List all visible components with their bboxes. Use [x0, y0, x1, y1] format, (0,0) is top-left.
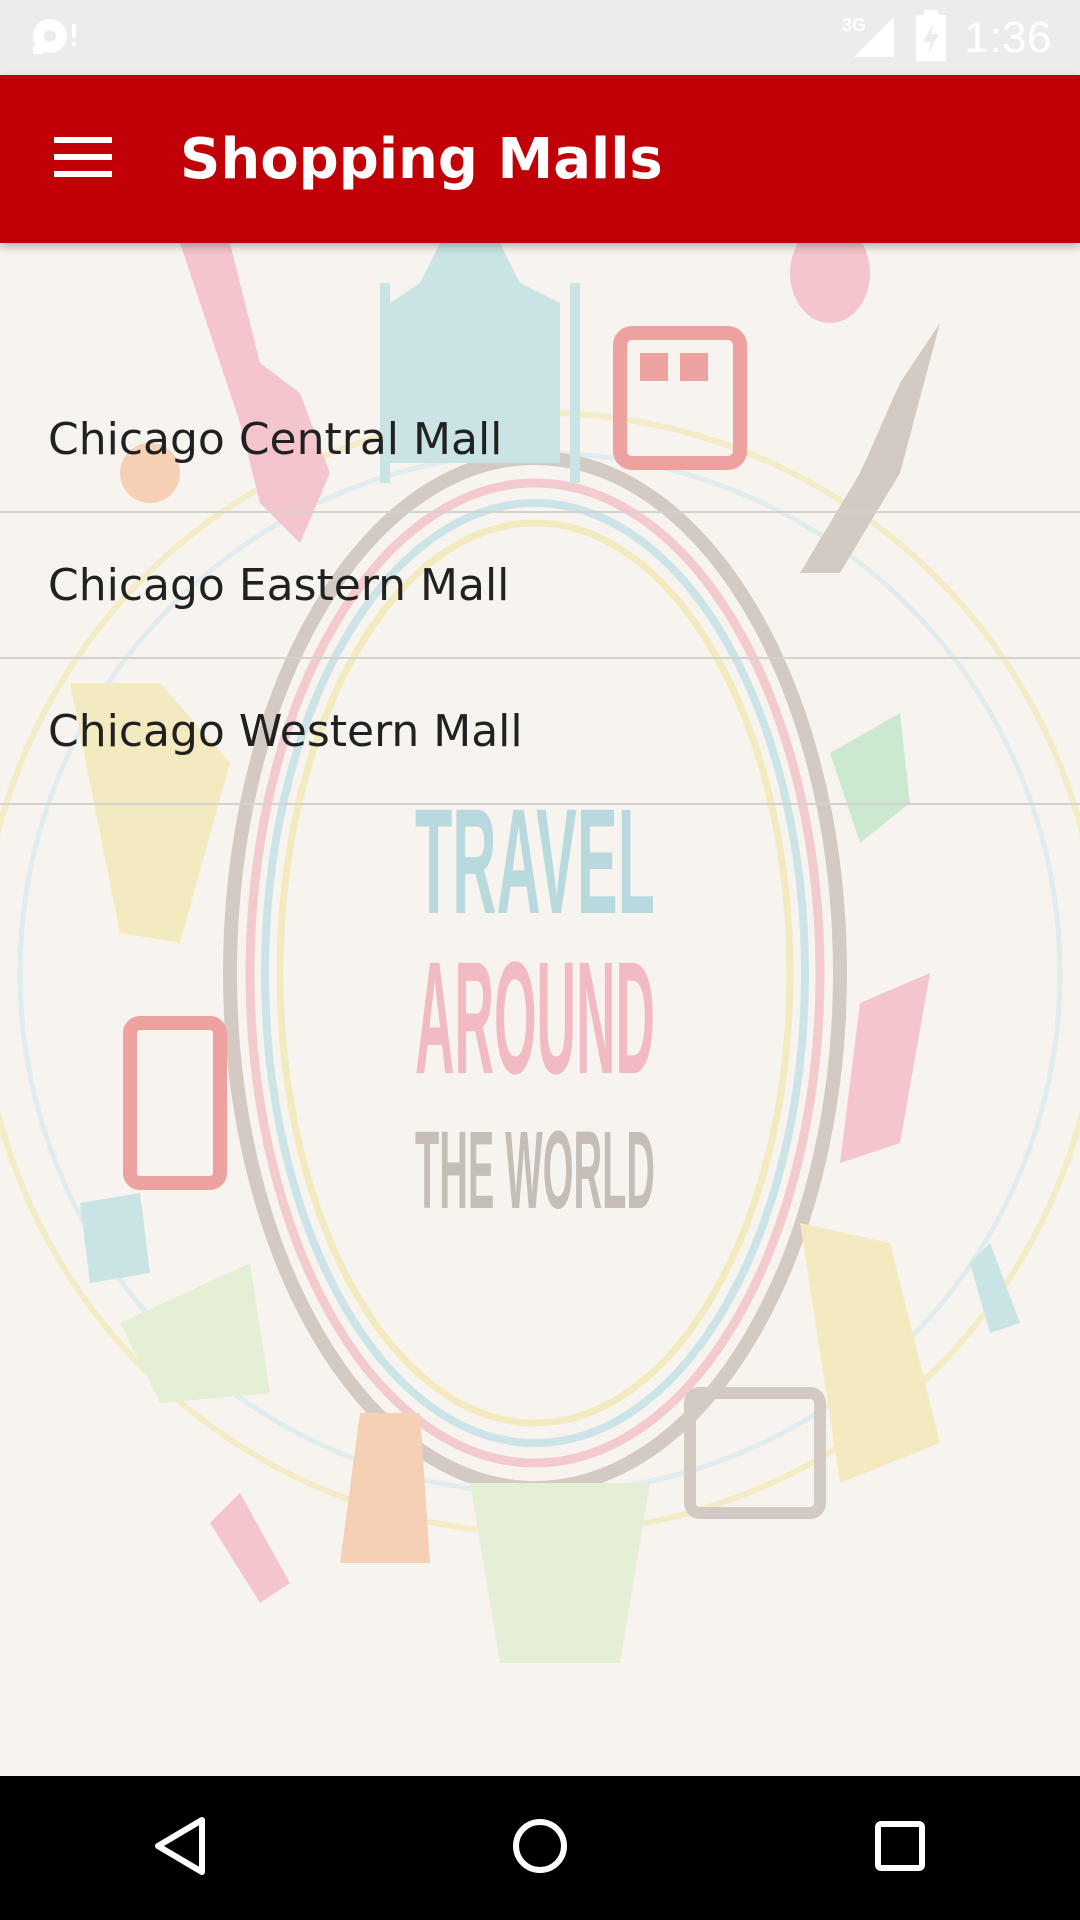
mall-name: Chicago Western Mall [48, 705, 523, 757]
network-type-label: 3G [842, 15, 866, 35]
mall-name: Chicago Eastern Mall [48, 559, 510, 611]
bg-headline-line3: THE WORLD [415, 1109, 655, 1232]
signal-icon: 3G [842, 11, 898, 65]
status-bar: 3G 1:36 [0, 0, 1080, 75]
list-item[interactable]: Chicago Western Mall [0, 659, 1080, 805]
notification-icon [28, 14, 80, 62]
home-button[interactable] [460, 1776, 620, 1920]
list-item[interactable]: Chicago Eastern Mall [0, 513, 1080, 659]
recents-icon [874, 1820, 926, 1876]
recents-button[interactable] [820, 1776, 980, 1920]
mall-list: Chicago Central Mall Chicago Eastern Mal… [0, 367, 1080, 805]
menu-button[interactable] [24, 75, 144, 243]
app-bar: Shopping Malls [0, 75, 1080, 243]
back-button[interactable] [100, 1776, 260, 1920]
content-area: TRAVEL AROUND THE WORLD Chicago Central … [0, 243, 1080, 1776]
bg-headline-line2: AROUND [415, 928, 655, 1107]
battery-charging-icon [914, 9, 948, 66]
mall-name: Chicago Central Mall [48, 413, 503, 465]
page-title: Shopping Malls [180, 126, 663, 192]
navigation-bar [0, 1776, 1080, 1920]
list-item[interactable]: Chicago Central Mall [0, 367, 1080, 513]
home-icon [510, 1816, 570, 1880]
back-icon [150, 1815, 210, 1881]
hamburger-menu-icon [54, 135, 114, 183]
status-time: 1:36 [964, 12, 1052, 62]
